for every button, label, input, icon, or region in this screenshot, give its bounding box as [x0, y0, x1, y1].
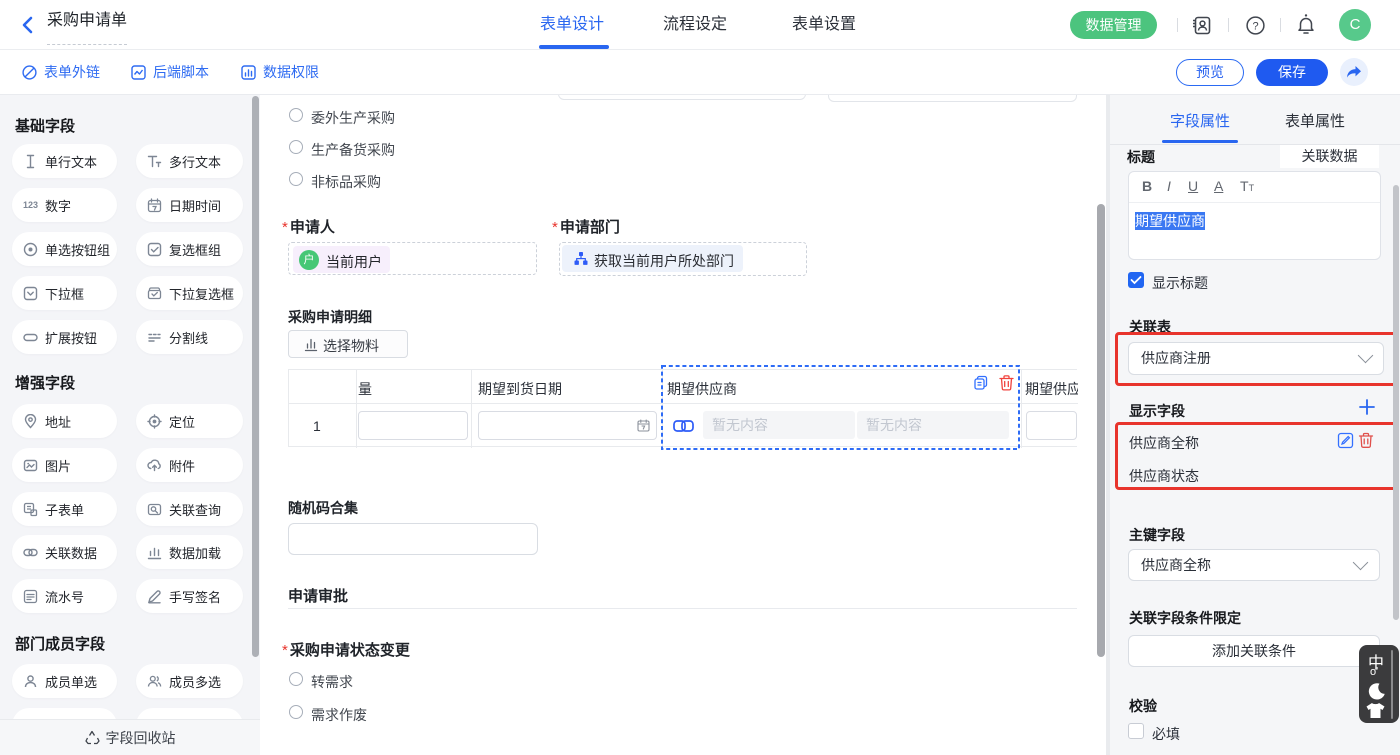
- svg-text:?: ?: [1252, 20, 1258, 32]
